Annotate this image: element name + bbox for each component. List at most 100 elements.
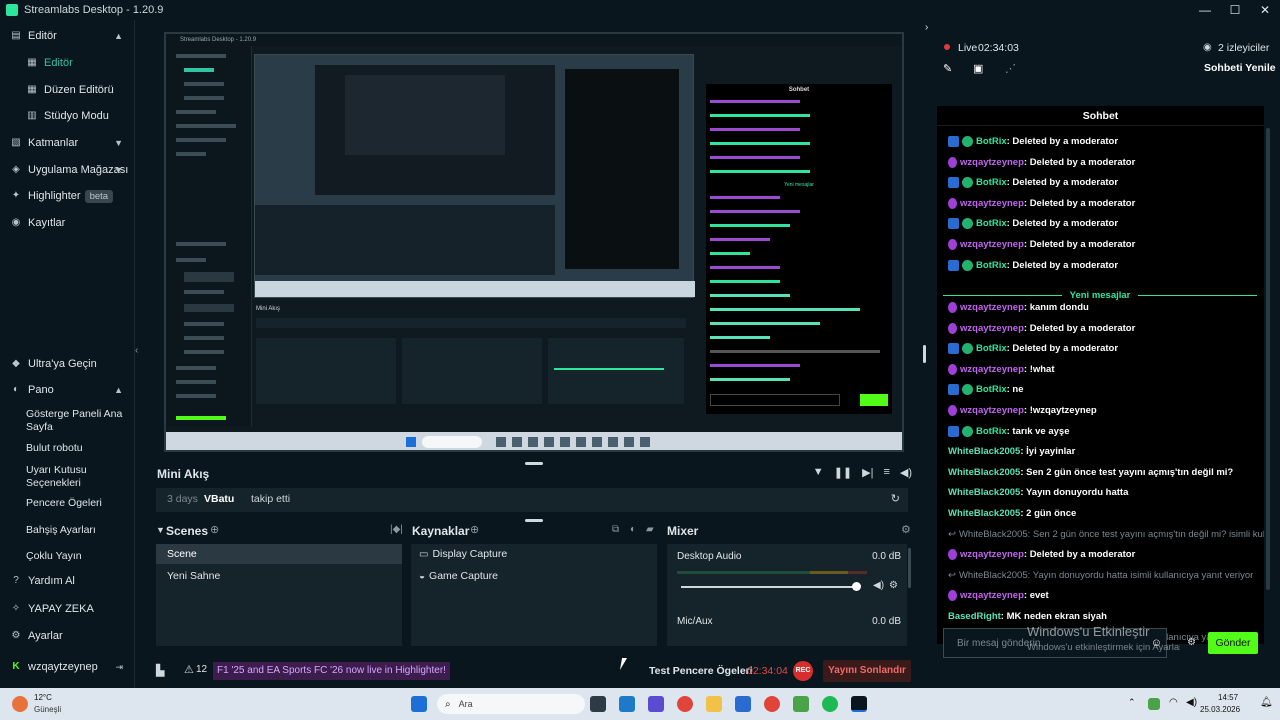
sidebar-sub-studio-mode[interactable]: ▥ Stüdyo Modu bbox=[16, 106, 135, 126]
task-view-icon[interactable] bbox=[590, 696, 606, 712]
logout-icon[interactable]: ⇥ bbox=[115, 662, 123, 673]
chat-username[interactable]: BotRix bbox=[976, 384, 1007, 395]
chrome-icon[interactable] bbox=[677, 696, 693, 712]
chat-username[interactable]: BotRix bbox=[976, 426, 1007, 437]
close-button[interactable]: ✕ bbox=[1250, 0, 1280, 20]
promo-banner[interactable]: F1 '25 and EA Sports FC '26 now live in … bbox=[213, 662, 450, 680]
streamlabs-icon[interactable] bbox=[851, 696, 867, 712]
sidebar-item-pano[interactable]: ◐ Pano ▲ bbox=[0, 380, 135, 400]
sidebar-sub-widgets[interactable]: Pencere Ögeleri bbox=[26, 497, 131, 510]
chat-scrollbar[interactable] bbox=[1266, 128, 1270, 590]
chat-username[interactable]: BotRix bbox=[976, 343, 1007, 354]
store-app-icon[interactable] bbox=[648, 696, 664, 712]
chat-username[interactable]: WhiteBlack2005 bbox=[959, 570, 1028, 581]
add-scene-icon[interactable]: ⊕ bbox=[210, 523, 219, 536]
chat-username[interactable]: WhiteBlack2005 bbox=[948, 487, 1020, 498]
sidebar-item-highlighter[interactable]: ✦ Highlighter beta bbox=[0, 186, 135, 206]
sidebar-item-settings[interactable]: ⚙ Ayarlar bbox=[0, 626, 135, 646]
chat-username[interactable]: wzqaytzeynep bbox=[960, 549, 1024, 560]
volume-icon[interactable]: ◀) bbox=[900, 466, 912, 479]
skip-icon[interactable]: ▶| bbox=[862, 466, 873, 479]
record-button[interactable]: REC bbox=[793, 661, 813, 681]
weather-icon[interactable] bbox=[12, 696, 28, 712]
end-stream-button[interactable]: Yayını Sonlandır bbox=[823, 660, 911, 682]
chrome-profile-icon[interactable] bbox=[764, 696, 780, 712]
sidebar-item-help[interactable]: ? Yardım Al bbox=[0, 571, 135, 591]
spotify-icon[interactable] bbox=[822, 696, 838, 712]
sidebar-item-user[interactable]: K wzqaytzeynep ⇥ bbox=[0, 657, 135, 677]
folder-icon[interactable]: ▰ bbox=[646, 524, 654, 535]
sidebar-sub-editor[interactable]: ▦ Editör bbox=[16, 53, 135, 73]
sidebar-sub-layout-editor[interactable]: ▦ Düzen Editörü bbox=[16, 80, 135, 100]
edge-icon[interactable] bbox=[619, 696, 635, 712]
windows-start-icon[interactable] bbox=[411, 696, 427, 712]
speaker-icon[interactable]: ◀) bbox=[1186, 697, 1197, 708]
collapse-icon[interactable]: ▼ bbox=[156, 525, 165, 535]
collapse-sidebar-icon[interactable]: ‹ bbox=[135, 345, 138, 356]
chat-username[interactable]: wzqaytzeynep bbox=[960, 239, 1024, 250]
chat-username[interactable]: WhiteBlack2005 bbox=[948, 467, 1020, 478]
sidebar-item-themes[interactable]: ▧ Katmanlar ▼ bbox=[0, 133, 135, 153]
collapse-chat-icon[interactable]: › bbox=[925, 22, 928, 33]
sidebar-item-app-store[interactable]: ◈ Uygulama Mağazası ▼ bbox=[0, 160, 135, 180]
sidebar-sub-multistream[interactable]: Çoklu Yayın bbox=[26, 550, 131, 563]
chat-username[interactable]: WhiteBlack2005 bbox=[948, 446, 1020, 457]
alert-icon[interactable]: ⚠ bbox=[184, 663, 194, 676]
add-source-icon[interactable]: ⊕ bbox=[470, 523, 479, 536]
pause-icon[interactable]: ❚❚ bbox=[834, 466, 852, 479]
chat-username[interactable]: BotRix bbox=[976, 177, 1007, 188]
minimize-button[interactable]: — bbox=[1190, 0, 1220, 20]
file-explorer-icon[interactable] bbox=[706, 696, 722, 712]
chat-username[interactable]: wzqaytzeynep bbox=[960, 590, 1024, 601]
sidebar-sub-dashboard-home[interactable]: Gösterge Paneli Ana Sayfa bbox=[26, 408, 131, 434]
scene-transition-icon[interactable]: |◆| bbox=[390, 524, 403, 535]
queue-icon[interactable]: ≡ bbox=[883, 466, 889, 479]
source-item[interactable]: ◒ Game Capture bbox=[411, 566, 657, 586]
mail-icon[interactable] bbox=[735, 696, 751, 712]
chat-username[interactable]: WhiteBlack2005 bbox=[948, 508, 1020, 519]
chat-username[interactable]: WhiteBlack2005 bbox=[959, 529, 1028, 540]
tray-app-icon[interactable] bbox=[1148, 698, 1160, 710]
maximize-button[interactable]: ☐ bbox=[1220, 0, 1250, 20]
test-widgets-button[interactable]: Test Pencere Ögeleri bbox=[649, 665, 753, 677]
replay-icon[interactable]: ↻ bbox=[891, 492, 900, 505]
wifi-icon[interactable]: ◠ bbox=[1169, 697, 1178, 708]
source-group-icon[interactable]: ⧉ bbox=[612, 524, 619, 535]
chat-username[interactable]: wzqaytzeynep bbox=[960, 302, 1024, 313]
taskbar-search[interactable]: ⌕ Ara bbox=[437, 694, 585, 714]
stream-preview[interactable]: Streamlabs Desktop - 1.20.9 Mini Akış So… bbox=[164, 32, 904, 452]
chat-username[interactable]: BasedRight bbox=[948, 611, 1001, 622]
chat-username[interactable]: wzqaytzeynep bbox=[960, 364, 1024, 375]
chat-username[interactable]: wzqaytzeynep bbox=[960, 405, 1024, 416]
store-icon[interactable]: ▣ bbox=[973, 62, 983, 75]
refresh-chat-button[interactable]: Sohbeti Yenile bbox=[1204, 62, 1276, 74]
chat-username[interactable]: wzqaytzeynep bbox=[960, 157, 1024, 168]
chat-username[interactable]: BotRix bbox=[976, 218, 1007, 229]
volume-slider-handle[interactable] bbox=[852, 582, 861, 591]
stats-icon[interactable]: ▙ bbox=[156, 664, 164, 677]
speaker-icon[interactable]: ◀) bbox=[873, 580, 884, 591]
minecraft-icon[interactable] bbox=[793, 696, 809, 712]
gear-icon[interactable]: ⚙ bbox=[889, 580, 898, 591]
chat-username[interactable]: BotRix bbox=[976, 260, 1007, 271]
share-icon[interactable]: ⋰ bbox=[1005, 62, 1016, 75]
sidebar-sub-cloudbot[interactable]: Bulut robotu bbox=[26, 442, 131, 455]
sidebar-item-ai[interactable]: ✧ YAPAY ZEKA bbox=[0, 599, 135, 619]
tray-chevron-icon[interactable]: ⌃ bbox=[1128, 697, 1136, 708]
chat-username[interactable]: wzqaytzeynep bbox=[960, 323, 1024, 334]
chat-username[interactable]: wzqaytzeynep bbox=[960, 198, 1024, 209]
resize-handle[interactable] bbox=[923, 345, 926, 363]
volume-slider-track[interactable] bbox=[681, 586, 857, 588]
mixer-scrollbar[interactable] bbox=[908, 548, 911, 588]
sidebar-item-ultra[interactable]: ◆ Ultra'ya Geçin bbox=[0, 354, 135, 374]
source-properties-icon[interactable]: ◐ bbox=[630, 524, 636, 535]
notification-icon[interactable]: 🔔︎ bbox=[1260, 697, 1273, 708]
chat-username[interactable]: BotRix bbox=[976, 136, 1007, 147]
gear-icon[interactable]: ⚙ bbox=[1187, 637, 1196, 648]
scene-item[interactable]: Scene bbox=[156, 544, 402, 564]
filter-icon[interactable]: ▼ bbox=[813, 466, 824, 479]
scene-item[interactable]: Yeni Sahne bbox=[156, 566, 402, 586]
sidebar-sub-tip-settings[interactable]: Bahşiş Ayarları bbox=[26, 524, 131, 537]
sidebar-item-editor[interactable]: ▤ Editör ▲ bbox=[0, 26, 135, 46]
edit-icon[interactable]: ✎ bbox=[943, 62, 952, 75]
